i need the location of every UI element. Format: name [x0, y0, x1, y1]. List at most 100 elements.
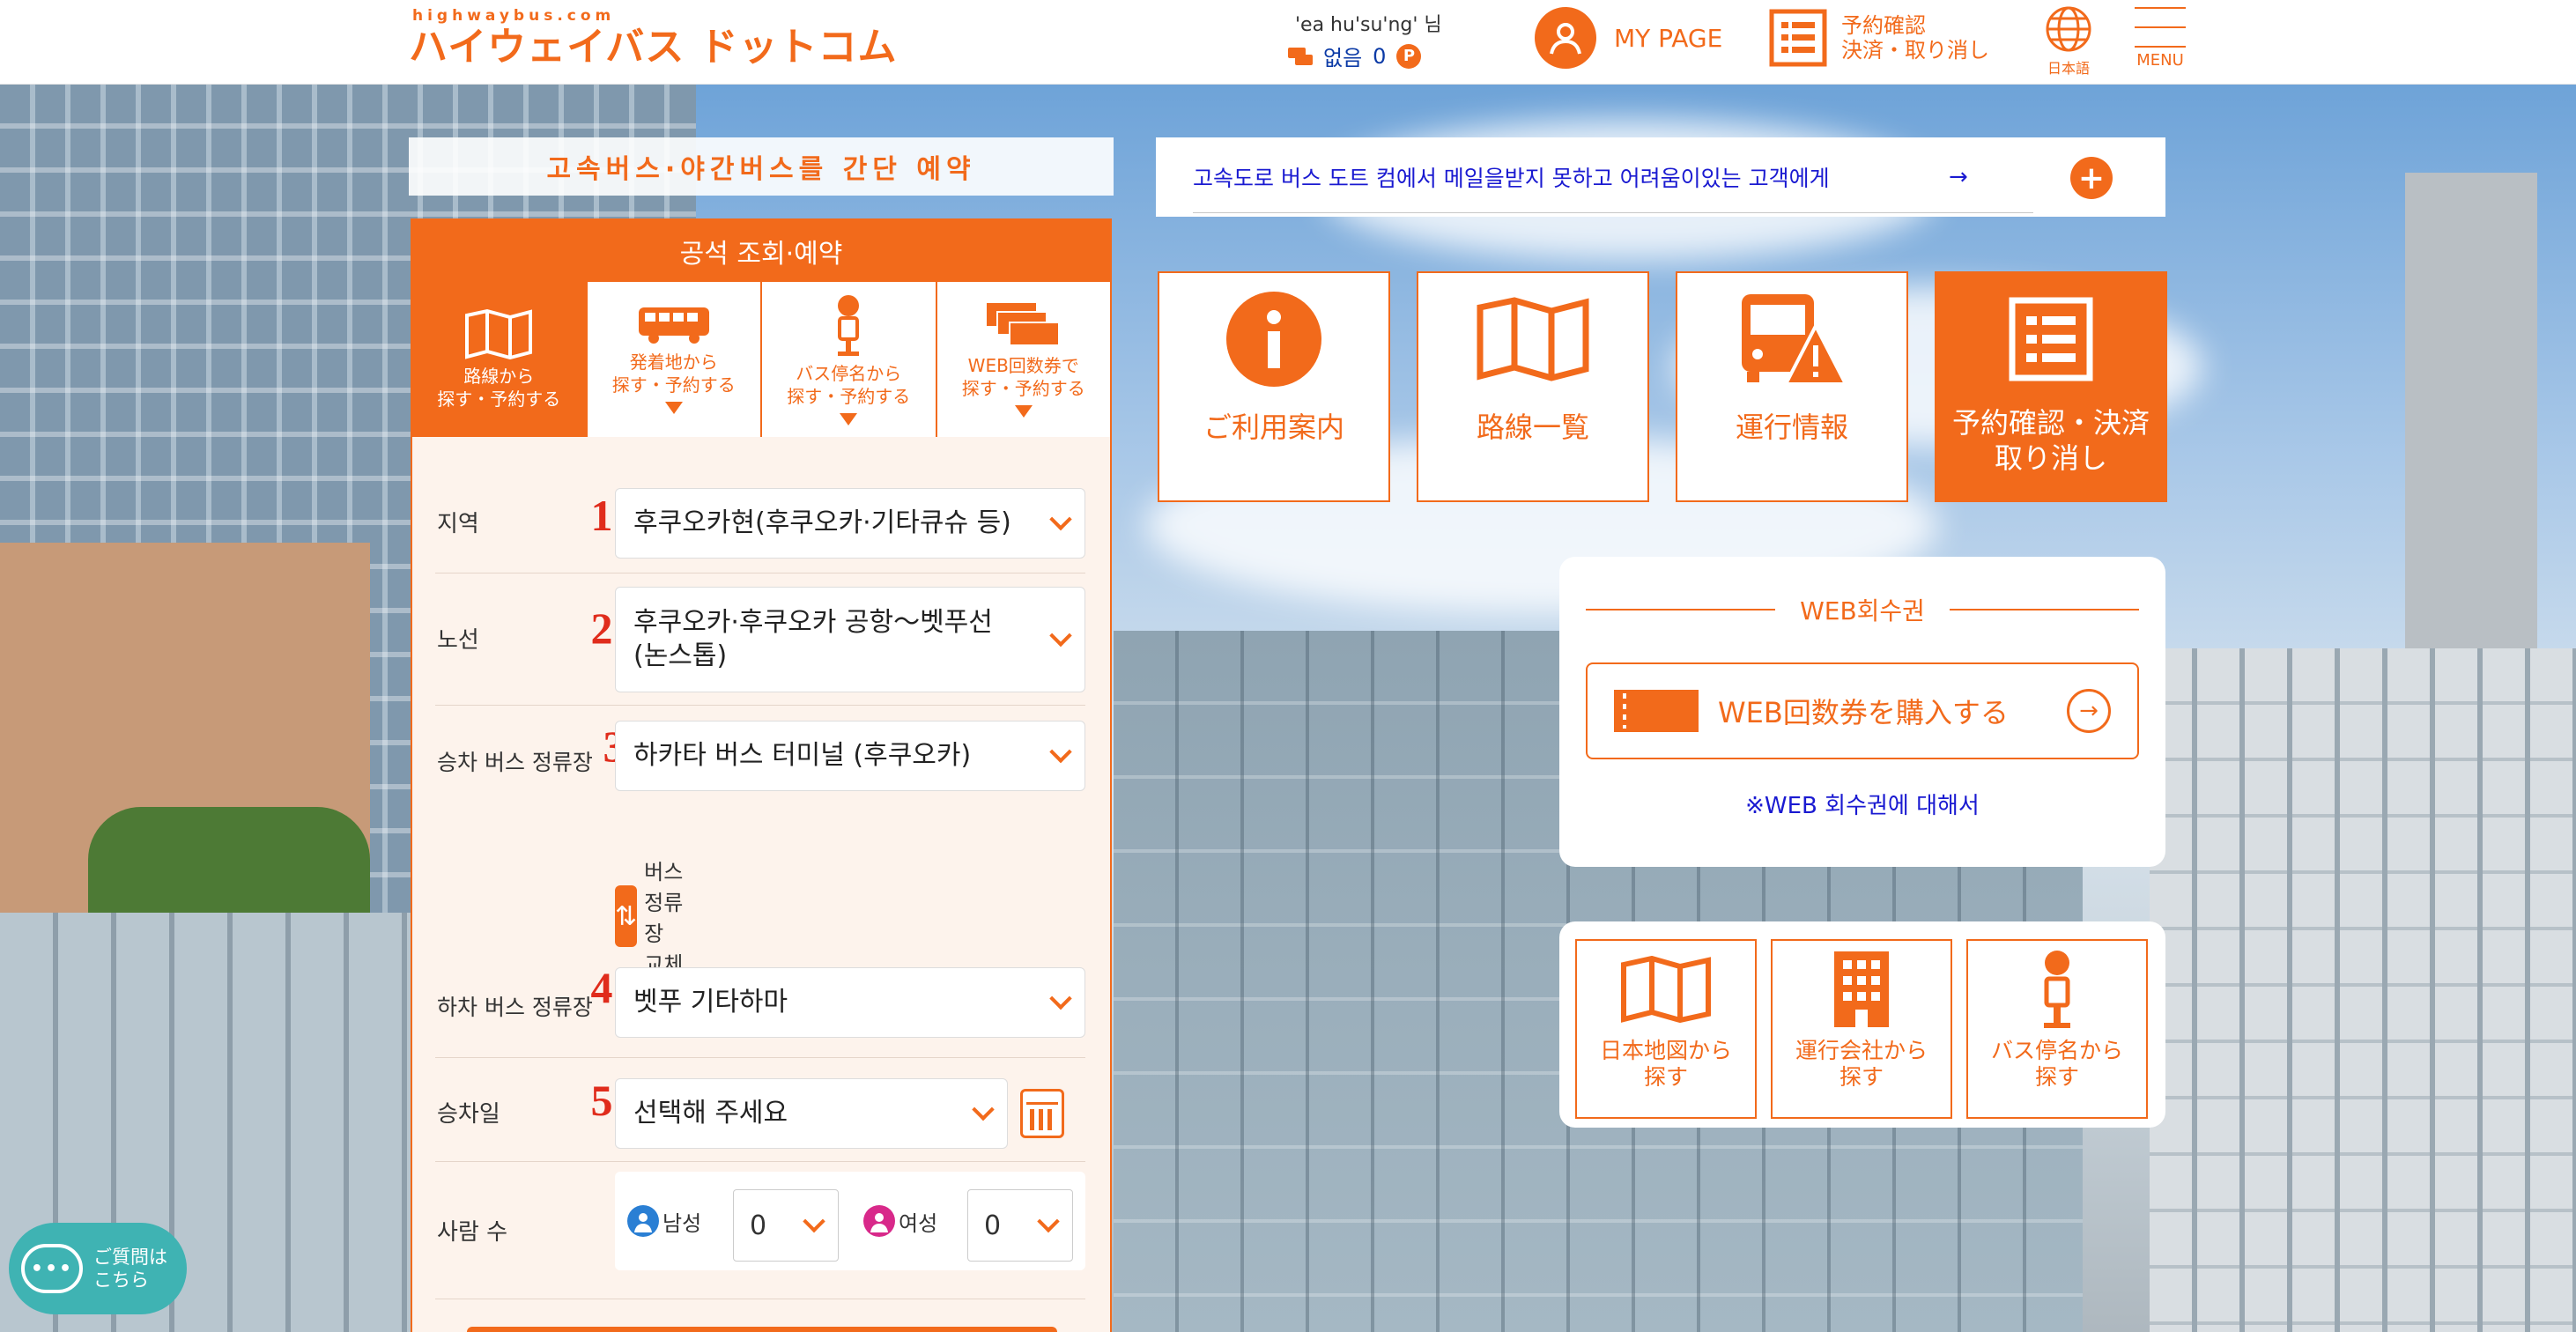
alighting-stop-select[interactable]: 벳푸 기타하마: [615, 967, 1085, 1038]
chat-line1: ご質問は: [93, 1247, 167, 1268]
tab-od-line1: 発着地から: [629, 352, 718, 373]
people-box: 남성 0 여성 0: [615, 1172, 1085, 1270]
ticket-icon: [1614, 690, 1699, 732]
alighting-stop-label: 하차 버스 정류장: [437, 995, 593, 1020]
email-notice-link[interactable]: 고속도로 버스 도트 컴에서 메일을받지 못하고 어려움이있는 고객에게 → +: [1156, 137, 2165, 217]
points-icon: P: [1396, 43, 1422, 69]
route-select[interactable]: 후쿠오카·후쿠오카 공항～벳푸선 (논스톱): [615, 587, 1085, 692]
search-button[interactable]: [467, 1327, 1057, 1332]
female-label: 여성: [899, 1210, 938, 1236]
arrow-right-icon: →: [1949, 164, 1968, 190]
tab-web-line2: 探す・予約する: [961, 378, 1085, 399]
divider: [435, 573, 1085, 574]
arrow-circle-icon: →: [2067, 689, 2111, 733]
male-label: 남성: [663, 1210, 702, 1236]
web-ticket-about-link[interactable]: ※WEB 회수권에 대해서: [1559, 788, 2165, 820]
divider: [435, 1161, 1085, 1162]
map-icon: [1477, 297, 1589, 381]
tile-operation-info[interactable]: 運行情報: [1676, 271, 1908, 502]
swap-label: 버스 정류장 교체: [644, 860, 684, 977]
menu-button[interactable]: MENU: [2132, 5, 2188, 70]
calendar-icon[interactable]: [1020, 1089, 1064, 1138]
language-label: 日本語: [2047, 60, 2090, 77]
tile-route-list[interactable]: 路線一覧: [1417, 271, 1649, 502]
site-logo[interactable]: ハイウェイバス ドットコム: [409, 25, 898, 70]
reservation-label-1: 予約確認: [1841, 13, 1926, 38]
list-icon: [1769, 9, 1827, 67]
list-icon: [2009, 297, 2093, 381]
reservation-label-2: 決済・取り消し: [1841, 38, 1989, 63]
region-label: 지역: [437, 511, 479, 537]
route-label: 노선: [437, 627, 479, 654]
alighting-stop-value: 벳푸 기타하마: [633, 987, 788, 1018]
divider: [1193, 212, 2033, 213]
swap-stops-button[interactable]: ⇅ 버스 정류장 교체: [615, 855, 684, 978]
chevron-down-icon: [803, 1210, 825, 1233]
logo-domain[interactable]: highwaybus.com: [412, 7, 615, 25]
ticket-stack-icon: [986, 303, 1060, 346]
region-select[interactable]: 후쿠오카현(후쿠오카·기타큐슈 등): [615, 488, 1085, 559]
boarding-stop-label: 승차 버스 정류장: [437, 750, 593, 775]
bus-stop-icon: [838, 295, 860, 356]
chevron-down-icon: [1049, 507, 1072, 531]
female-icon: [863, 1205, 895, 1237]
chevron-down-icon: [840, 413, 858, 426]
buy-web-ticket-button[interactable]: WEB回数券を購入する →: [1586, 662, 2139, 759]
notice-text: 고속도로 버스 도트 컴에서 메일을받지 못하고 어려움이있는 고객에게: [1193, 166, 1830, 191]
chevron-down-icon: [1049, 624, 1072, 648]
mypage-button[interactable]: MY PAGE: [1535, 7, 1722, 69]
search-tabs: 路線から 探す・予約する 発着地から 探す・予約する バス停名から 探す・予約する W…: [412, 282, 1110, 437]
tile-operation-info-label: 運行情報: [1735, 411, 1848, 444]
step-number: 1: [590, 491, 613, 540]
boarding-stop-value: 하카타 버스 터미널 (후쿠오카): [633, 740, 972, 771]
chevron-down-icon: [664, 402, 683, 414]
user-name: 'ea hu'su'ng' 님: [1295, 14, 1442, 36]
search-by-stop-line2: 探す: [2034, 1064, 2079, 1090]
tab-web-line1: WEB回数券で: [967, 355, 1079, 376]
chevron-down-icon: [1049, 740, 1072, 764]
tile-reservation[interactable]: 予約確認・決済 取り消し: [1935, 271, 2167, 502]
chevron-down-icon: [1037, 1210, 1060, 1233]
date-select[interactable]: 선택해 주세요: [615, 1078, 1008, 1149]
tile-reservation-label-1: 予約確認・決済: [1951, 406, 2150, 440]
step-number: 4: [590, 963, 613, 1012]
web-ticket-title-text: WEB회수권: [1800, 596, 1925, 625]
site-header: highwaybus.com ハイウェイバス ドットコム 'ea hu'su'n…: [0, 0, 2576, 85]
search-by-map[interactable]: 日本地図から 探す: [1575, 939, 1757, 1119]
tab-route-line1: 路線から: [463, 366, 535, 387]
search-by-company-line1: 運行会社から: [1795, 1038, 1928, 1063]
tab-route[interactable]: 路線から 探す・予約する: [412, 282, 586, 437]
mypage-label: MY PAGE: [1614, 23, 1723, 53]
tab-origin-destination[interactable]: 発着地から 探す・予約する: [585, 282, 760, 437]
chevron-down-icon: [972, 1098, 995, 1121]
reservation-check-button[interactable]: 予約確認 決済・取り消し: [1769, 9, 1989, 67]
web-ticket-title: WEB회수권: [1586, 592, 2139, 627]
divider: [435, 705, 1085, 706]
points-value: 0: [1373, 43, 1387, 69]
swap-icon: ⇅: [615, 885, 638, 947]
boarding-stop-select[interactable]: 하카타 버스 터미널 (후쿠오카): [615, 721, 1085, 791]
tile-reservation-label-2: 取り消し: [1994, 441, 2107, 475]
info-icon: [1226, 292, 1321, 387]
plus-icon[interactable]: +: [2070, 157, 2113, 199]
tile-usage-guide[interactable]: ご利用案内: [1158, 271, 1390, 502]
menu-label: MENU: [2136, 51, 2184, 70]
language-button[interactable]: 日本語: [2040, 5, 2097, 78]
tab-bus-stop[interactable]: バス停名から 探す・予約する: [760, 282, 936, 437]
male-count-select[interactable]: 0: [733, 1189, 839, 1262]
building-icon: [1834, 951, 1889, 1027]
female-count-select[interactable]: 0: [967, 1189, 1073, 1262]
chat-help-button[interactable]: ••• ご質問は こちら: [9, 1223, 187, 1314]
step-number: 2: [590, 603, 613, 653]
panel-head: 공석 조회·예약: [412, 220, 1110, 282]
hamburger-icon: [2135, 7, 2186, 48]
search-by-company[interactable]: 運行会社から 探す: [1771, 939, 1952, 1119]
search-options-card: 日本地図から 探す 運行会社から 探す バス停名から 探す: [1559, 921, 2165, 1128]
buy-web-ticket-label: WEB回数券を購入する: [1718, 696, 2009, 729]
coupon-icon: [1288, 47, 1313, 65]
tab-web-ticket[interactable]: WEB回数券で 探す・予約する: [935, 282, 1110, 437]
region-value: 후쿠오카현(후쿠오카·기타큐슈 등): [633, 507, 1011, 538]
route-value-2: (논스톱): [633, 640, 728, 671]
panel-title: 고속버스·야간버스를 간단 예약: [409, 137, 1114, 196]
search-by-bus-stop[interactable]: バス停名から 探す: [1966, 939, 2148, 1119]
